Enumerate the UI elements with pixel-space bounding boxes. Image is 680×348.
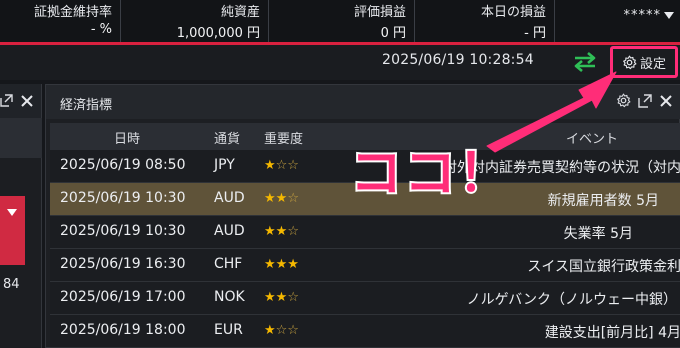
row-event: ノルゲバンク（ノルウェー中銀） xyxy=(466,292,677,308)
star-filled-icon: ★★ xyxy=(264,191,288,206)
sell-button[interactable] xyxy=(0,196,25,265)
row-importance: ★★★ xyxy=(264,257,299,272)
star-filled-icon: ★★ xyxy=(264,224,288,239)
net-assets-label: 純資産 xyxy=(220,5,260,20)
server-datetime: 2025/06/19 10:28:54 xyxy=(382,52,534,68)
row-importance: ★★☆ xyxy=(264,224,299,239)
row-currency: CHF xyxy=(214,256,243,272)
row-importance: ★★☆ xyxy=(264,191,299,206)
left-panel-header xyxy=(0,84,41,118)
left-panel-value: 84 xyxy=(3,277,20,292)
margin-ratio-label: 証拠金維持率 xyxy=(33,5,112,20)
settings-button[interactable]: 設定 xyxy=(610,46,678,78)
left-panel: 84 xyxy=(0,84,42,348)
star-empty-icon: ☆ xyxy=(287,224,299,239)
col-datetime[interactable]: 日時 xyxy=(114,128,140,147)
close-icon[interactable] xyxy=(659,94,673,108)
popout-icon[interactable] xyxy=(638,93,652,108)
unrealized-pl-value: 0 円 xyxy=(380,26,406,41)
unrealized-pl-cell: 評価損益 0 円 xyxy=(268,0,414,43)
row-event: 対外対内証券売買契約等の状況（対内 xyxy=(443,160,680,176)
row-currency: EUR xyxy=(214,322,243,338)
today-pl-value: - 円 xyxy=(524,26,546,41)
settings-label: 設定 xyxy=(639,56,666,72)
today-pl-cell: 本日の損益 - 円 xyxy=(414,0,554,43)
row-datetime: 2025/06/19 17:00 xyxy=(60,289,186,305)
row-event: 建設支出[前月比] 4月 xyxy=(544,325,680,341)
economic-indicators-panel: 経済指標 日時 通貨 重要度 イベント 2025/06/19 08:50 JPY… xyxy=(45,84,680,348)
popout-icon[interactable] xyxy=(0,94,13,107)
col-importance[interactable]: 重要度 xyxy=(264,128,303,147)
star-empty-icon: ☆☆ xyxy=(275,323,299,338)
table-row[interactable]: 2025/06/19 08:50 JPY ★☆☆ 対外対内証券売買契約等の状況（… xyxy=(50,150,680,183)
panel-header: 経済指標 xyxy=(46,85,680,119)
user-menu[interactable]: ***** xyxy=(554,0,680,43)
margin-ratio-cell: 証拠金維持率 - % xyxy=(0,0,120,43)
star-empty-icon: ☆☆ xyxy=(275,158,299,173)
star-empty-icon: ☆ xyxy=(287,191,299,206)
account-summary-bar: 証拠金維持率 - % 純資産 1,000,000 円 評価損益 0 円 本日の損… xyxy=(0,0,680,43)
row-importance: ★☆☆ xyxy=(264,323,299,338)
col-currency[interactable]: 通貨 xyxy=(214,128,240,147)
table-row-selected[interactable]: 2025/06/19 10:30 AUD ★★☆ 新規雇用者数 5月 xyxy=(50,183,680,216)
net-assets-cell: 純資産 1,000,000 円 xyxy=(120,0,268,43)
status-bar: 2025/06/19 10:28:54 設定 xyxy=(0,45,680,80)
table-row[interactable]: 2025/06/19 18:00 EUR ★☆☆ 建設支出[前月比] 4月 xyxy=(50,315,680,348)
row-datetime: 2025/06/19 10:30 xyxy=(60,190,186,206)
today-pl-label: 本日の損益 xyxy=(480,5,546,20)
row-importance: ★★☆ xyxy=(264,290,299,305)
left-panel-column-header xyxy=(0,118,42,158)
row-event: スイス国立銀行政策金利 xyxy=(527,259,680,275)
star-filled-icon: ★★ xyxy=(264,290,288,305)
row-datetime: 2025/06/19 08:50 xyxy=(60,157,186,173)
row-event: 新規雇用者数 5月 xyxy=(547,193,659,209)
panel-title: 経済指標 xyxy=(60,98,113,113)
table-header: 日時 通貨 重要度 イベント xyxy=(50,123,680,150)
row-datetime: 2025/06/19 18:00 xyxy=(60,322,186,338)
row-currency: JPY xyxy=(214,157,235,173)
sync-icon[interactable] xyxy=(572,51,598,73)
gear-icon[interactable] xyxy=(616,93,631,108)
star-filled-icon: ★★★ xyxy=(264,257,299,272)
star-filled-icon: ★ xyxy=(264,323,276,338)
row-currency: NOK xyxy=(214,289,245,305)
unrealized-pl-label: 評価損益 xyxy=(353,5,406,20)
row-datetime: 2025/06/19 10:30 xyxy=(60,223,186,239)
user-menu-toggle[interactable]: ***** xyxy=(623,8,674,23)
net-assets-value: 1,000,000 円 xyxy=(176,26,260,41)
table-row[interactable]: 2025/06/19 17:00 NOK ★★☆ ノルゲバンク（ノルウェー中銀） xyxy=(50,282,680,315)
close-icon[interactable] xyxy=(20,94,34,108)
row-importance: ★☆☆ xyxy=(264,158,299,173)
indicators-table: 日時 通貨 重要度 イベント 2025/06/19 08:50 JPY ★☆☆ … xyxy=(50,123,680,348)
gear-icon xyxy=(622,55,637,70)
table-row[interactable]: 2025/06/19 16:30 CHF ★★★ スイス国立銀行政策金利 xyxy=(50,249,680,282)
star-filled-icon: ★ xyxy=(264,158,276,173)
chevron-down-icon xyxy=(664,12,674,19)
row-currency: AUD xyxy=(214,223,245,239)
row-datetime: 2025/06/19 16:30 xyxy=(60,256,186,272)
table-row[interactable]: 2025/06/19 10:30 AUD ★★☆ 失業率 5月 xyxy=(50,216,680,249)
margin-ratio-value: - % xyxy=(90,22,112,37)
col-event[interactable]: イベント xyxy=(566,128,618,147)
star-empty-icon: ☆ xyxy=(287,290,299,305)
row-event: 失業率 5月 xyxy=(563,226,633,242)
user-name-masked: ***** xyxy=(623,8,661,23)
row-currency: AUD xyxy=(214,190,245,206)
